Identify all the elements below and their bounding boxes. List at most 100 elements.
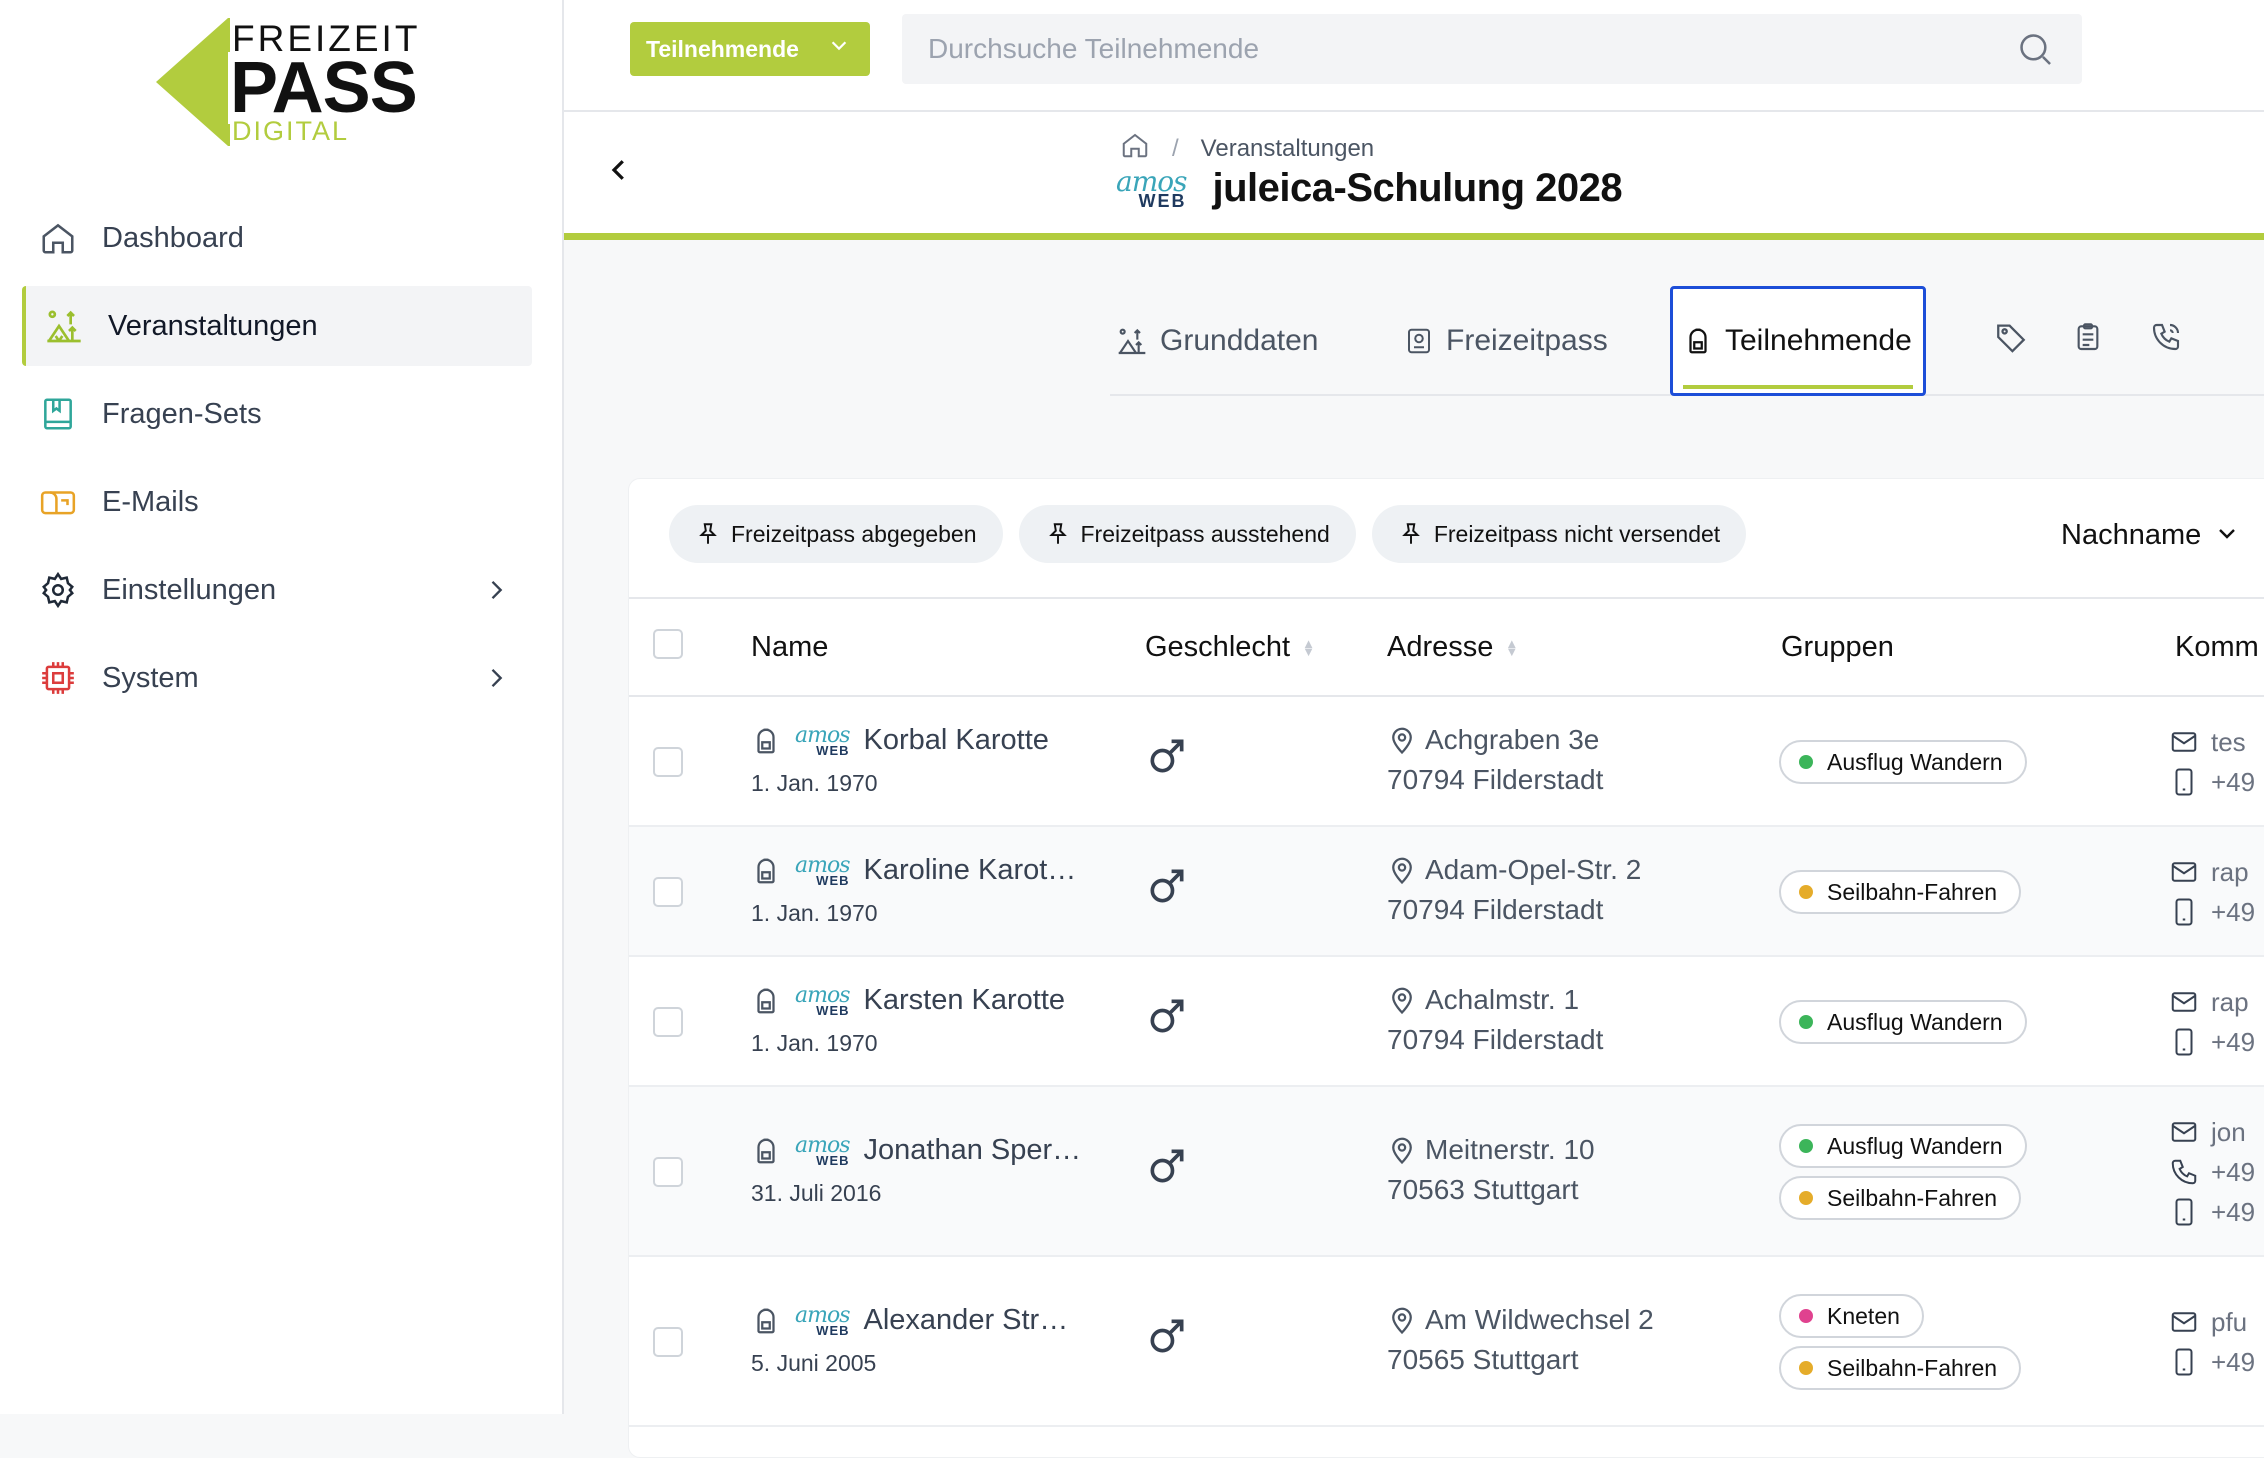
group-color-dot xyxy=(1799,1309,1813,1323)
contact-line[interactable]: +49 xyxy=(2169,1022,2255,1062)
sidebar-item-veranstaltungen[interactable]: Veranstaltungen xyxy=(22,286,532,366)
table-row[interactable]: amos WEB Karoline Karot… 1. Jan. 1970 Ad… xyxy=(629,827,2264,957)
phone-icon xyxy=(2169,1157,2199,1187)
contact-line[interactable]: +49 xyxy=(2169,892,2255,932)
column-header-geschlecht[interactable]: Geschlecht ▲ ▼ xyxy=(1145,631,1315,664)
row-checkbox[interactable] xyxy=(653,1007,683,1037)
sort-dropdown[interactable]: Nachname xyxy=(2061,519,2239,552)
sort-label: Nachname xyxy=(2061,519,2202,551)
column-header-adresse[interactable]: Adresse ▲ ▼ xyxy=(1387,631,1518,664)
amos-web-logo: amos WEB xyxy=(795,984,851,1018)
participants-card: Freizeitpass abgegeben Freizeitpass auss… xyxy=(628,478,2264,1458)
contact-value: pfu xyxy=(2211,1306,2248,1337)
tab-grunddaten[interactable]: Grunddaten xyxy=(1116,286,1318,396)
logo-line2: PASS xyxy=(228,48,418,128)
freizeitpass-logo[interactable]: FREIZEIT PASS DIGITAL xyxy=(150,16,421,147)
search-input[interactable] xyxy=(928,33,1978,65)
backpack-icon xyxy=(751,1136,781,1166)
group-label: Seilbahn-Fahren xyxy=(1827,1354,1998,1381)
clipboard-icon xyxy=(2072,321,2104,361)
participant-name-cell[interactable]: amos WEB Karoline Karot… xyxy=(751,854,1076,887)
filter-chip-ausstehend[interactable]: Freizeitpass ausstehend xyxy=(1018,505,1356,563)
chevron-down-icon xyxy=(2215,521,2239,551)
table-row[interactable]: amos WEB Korbal Karotte 1. Jan. 1970 Ach… xyxy=(629,697,2264,827)
amos-logo-web: WEB xyxy=(816,1002,850,1018)
participant-name-cell[interactable]: amos WEB Alexander Str… xyxy=(751,1304,1068,1337)
address-cell: Achalmstr. 1 70794 Filderstadt xyxy=(1387,980,1603,1060)
tab-checklist[interactable] xyxy=(2072,286,2104,396)
chevron-right-icon xyxy=(482,576,510,611)
group-badge[interactable]: Seilbahn-Fahren xyxy=(1779,1176,2022,1220)
column-label: Komm xyxy=(2175,631,2259,663)
location-pin-icon xyxy=(1387,725,1417,755)
sidebar-nav: Dashboard Veranstaltungen Fragen-Sets E-… xyxy=(22,198,532,726)
breadcrumb-home-icon[interactable] xyxy=(1120,130,1150,167)
tab-freizeitpass[interactable]: Freizeitpass xyxy=(1404,286,1608,396)
search-icon[interactable] xyxy=(2016,30,2054,73)
male-icon xyxy=(1145,994,1189,1043)
tab-contact[interactable] xyxy=(2150,286,2182,396)
tab-tags[interactable] xyxy=(1994,286,2028,396)
group-color-dot xyxy=(1799,1015,1813,1029)
row-checkbox[interactable] xyxy=(653,877,683,907)
sidebar-item-fragen-sets[interactable]: Fragen-Sets xyxy=(22,374,532,454)
contact-line[interactable]: +49 xyxy=(2169,1192,2255,1232)
group-badge[interactable]: Kneten xyxy=(1779,1294,1924,1338)
filter-chip-nicht-versendet[interactable]: Freizeitpass nicht versendet xyxy=(1371,505,1747,563)
gear-icon xyxy=(38,570,78,610)
mobile-icon xyxy=(2169,767,2199,797)
sidebar: FREIZEIT PASS DIGITAL Dashboard Veransta… xyxy=(0,0,564,1414)
group-badge[interactable]: Ausflug Wandern xyxy=(1779,1124,2027,1168)
sidebar-item-dashboard[interactable]: Dashboard xyxy=(22,198,532,278)
chevron-right-icon xyxy=(482,664,510,699)
sidebar-item-label: E-Mails xyxy=(102,485,199,518)
location-pin-icon xyxy=(1387,985,1417,1015)
back-icon[interactable] xyxy=(604,152,634,195)
search-scope-dropdown[interactable]: Teilnehmende xyxy=(630,22,870,76)
row-checkbox[interactable] xyxy=(653,1157,683,1187)
contact-line[interactable]: +49 xyxy=(2169,1342,2255,1382)
select-all-checkbox[interactable] xyxy=(653,629,683,659)
address-street: Achgraben 3e xyxy=(1425,724,1600,755)
sidebar-item-system[interactable]: System xyxy=(22,638,532,718)
participant-name-cell[interactable]: amos WEB Karsten Karotte xyxy=(751,984,1065,1017)
contact-line[interactable]: jon xyxy=(2169,1112,2255,1152)
address-street: Am Wildwechsel 2 xyxy=(1425,1304,1654,1335)
participant-name-cell[interactable]: amos WEB Korbal Karotte xyxy=(751,724,1049,757)
group-label: Ausflug Wandern xyxy=(1827,1008,2003,1035)
group-badge[interactable]: Seilbahn-Fahren xyxy=(1779,1346,2022,1390)
tag-icon xyxy=(1994,320,2028,362)
filter-chip-abgegeben[interactable]: Freizeitpass abgegeben xyxy=(669,505,1003,563)
backpack-icon xyxy=(751,726,781,756)
address-city: 70794 Filderstadt xyxy=(1387,764,1604,795)
group-label: Ausflug Wandern xyxy=(1827,1132,2003,1159)
logo-line3: DIGITAL xyxy=(230,116,350,147)
table-row[interactable]: amos WEB Karsten Karotte 1. Jan. 1970 Ac… xyxy=(629,957,2264,1087)
sidebar-item-emails[interactable]: E-Mails xyxy=(22,462,532,542)
table-row[interactable]: amos WEB Alexander Str… 5. Juni 2005 Am … xyxy=(629,1257,2264,1427)
group-badge[interactable]: Ausflug Wandern xyxy=(1779,740,2027,784)
participant-name-cell[interactable]: amos WEB Jonathan Sper… xyxy=(751,1134,1081,1167)
sidebar-item-einstellungen[interactable]: Einstellungen xyxy=(22,550,532,630)
contact-cell: pfu +49 xyxy=(2169,1302,2255,1382)
top-bar: Teilnehmende xyxy=(564,0,2264,112)
participant-birthdate: 1. Jan. 1970 xyxy=(751,1030,878,1056)
mobile-icon xyxy=(2169,1197,2199,1227)
page-header: / Veranstaltungen amos WEB juleica-Schul… xyxy=(564,112,2264,240)
contact-line[interactable]: +49 xyxy=(2169,1152,2255,1192)
contact-line[interactable]: rap xyxy=(2169,852,2255,892)
table-row[interactable]: amos WEB Jonathan Sper… 31. Juli 2016 Me… xyxy=(629,1087,2264,1257)
group-badge[interactable]: Seilbahn-Fahren xyxy=(1779,870,2022,914)
group-color-dot xyxy=(1799,1361,1813,1375)
group-badge[interactable]: Ausflug Wandern xyxy=(1779,1000,2027,1044)
table-header: Name Geschlecht ▲ ▼ Adresse ▲ ▼ Gruppen Ko… xyxy=(629,597,2264,697)
backpack-icon xyxy=(751,1306,781,1336)
contact-line[interactable]: rap xyxy=(2169,982,2255,1022)
contact-line[interactable]: +49 xyxy=(2169,762,2255,802)
breadcrumb-item[interactable]: Veranstaltungen xyxy=(1201,135,1374,163)
row-checkbox[interactable] xyxy=(653,1327,683,1357)
contact-line[interactable]: tes xyxy=(2169,722,2255,762)
contact-line[interactable]: pfu xyxy=(2169,1302,2255,1342)
row-checkbox[interactable] xyxy=(653,747,683,777)
tab-teilnehmende[interactable]: Teilnehmende xyxy=(1670,286,1926,396)
